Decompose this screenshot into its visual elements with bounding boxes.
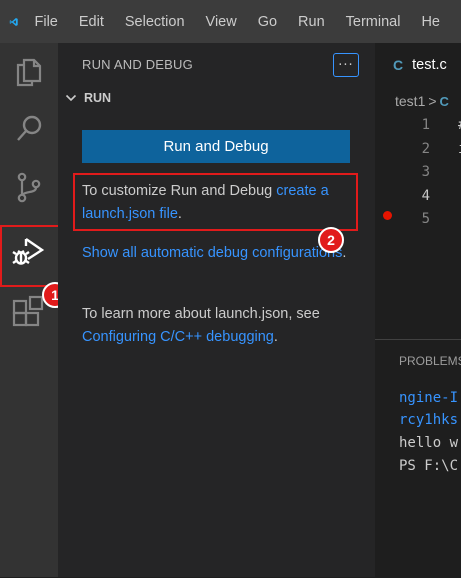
tab-label: test.c: [412, 56, 447, 73]
show-auto-debug-configs-link[interactable]: Show all automatic debug configurations: [82, 245, 342, 261]
more-actions-button[interactable]: ···: [333, 53, 359, 77]
breakpoint-icon[interactable]: [383, 211, 392, 220]
explorer-icon[interactable]: [9, 50, 49, 90]
breadcrumb-separator: >: [428, 93, 437, 109]
line-number: 5: [421, 211, 430, 227]
bottom-panel: PROBLEMS ngine-I rcy1hks hello w PS F:\C: [375, 339, 461, 578]
learn-suffix: .: [273, 329, 278, 345]
menu-bar: File Edit Selection View Go Run Terminal…: [0, 0, 461, 43]
highlight-box-2: [73, 173, 358, 231]
run-section-label: RUN: [84, 91, 112, 105]
menu-go[interactable]: Go: [258, 14, 277, 30]
line-number: 3: [421, 164, 430, 180]
auto-config-suffix: .: [342, 245, 347, 261]
terminal-line: PS F:\C: [399, 458, 459, 474]
panel-tab-problems[interactable]: PROBLEMS: [399, 354, 461, 368]
tab-test-c[interactable]: C test.c: [375, 43, 461, 86]
terminal-line: rcy1hks: [399, 412, 459, 428]
tab-bar: C test.c: [375, 43, 461, 86]
menu-view[interactable]: View: [206, 14, 237, 30]
menu-selection[interactable]: Selection: [125, 14, 185, 30]
breadcrumb: test1 > C: [395, 93, 449, 109]
breadcrumb-folder[interactable]: test1: [395, 93, 425, 109]
highlight-box-1: [0, 225, 60, 287]
terminal-line: ngine-I: [399, 390, 459, 406]
line-number-active: 4: [421, 188, 430, 204]
line-number: 1: [421, 117, 430, 133]
run-debug-sidebar: RUN AND DEBUG ··· RUN Run and Debug To c…: [58, 43, 375, 577]
line-number: 2: [421, 141, 430, 157]
chevron-down-icon: [65, 94, 77, 102]
learn-prefix: To learn more about launch.json, see: [82, 306, 320, 322]
auto-config-text: Show all automatic debug configurations.: [82, 242, 357, 265]
menu-run[interactable]: Run: [298, 14, 325, 30]
terminal-line: hello w: [399, 435, 459, 451]
c-file-icon: C: [393, 56, 404, 73]
menu-edit[interactable]: Edit: [79, 14, 104, 30]
configuring-cpp-debugging-link[interactable]: Configuring C/C++ debugging: [82, 329, 274, 345]
search-icon[interactable]: [9, 109, 49, 149]
activity-bar: [0, 43, 58, 577]
vscode-logo-icon: [9, 17, 18, 26]
menu-help[interactable]: He: [421, 14, 440, 30]
learn-more-text: To learn more about launch.json, see Con…: [82, 303, 357, 349]
run-section-header[interactable]: RUN: [64, 91, 111, 105]
menu-file[interactable]: File: [35, 14, 58, 30]
editor-area: C test.c test1>C 1 2 3 4 5 # i PROBLEMS …: [375, 43, 461, 578]
source-control-icon[interactable]: [9, 167, 49, 207]
breadcrumb-c-file-icon: C: [439, 94, 449, 109]
sidebar-title: RUN AND DEBUG: [82, 57, 193, 72]
annotation-badge-2: 2: [318, 227, 344, 253]
run-and-debug-button[interactable]: Run and Debug: [82, 130, 350, 163]
menu-terminal[interactable]: Terminal: [346, 14, 401, 30]
